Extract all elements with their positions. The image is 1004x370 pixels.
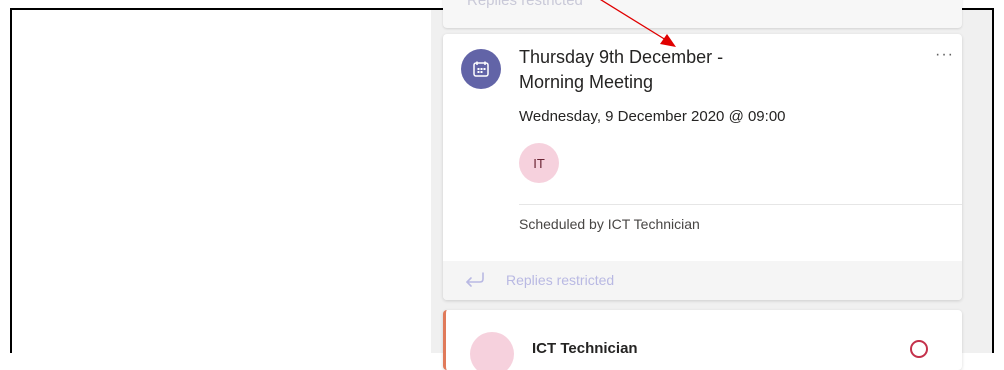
author-name[interactable]: ICT Technician [532,340,638,357]
previous-post-replies: Replies restricted [467,0,583,9]
next-post-card[interactable]: ICT Technician [443,310,962,370]
attendee-avatar[interactable]: IT [519,143,559,183]
author-avatar[interactable] [470,332,514,370]
calendar-icon [473,61,489,77]
previous-post-card: Replies restricted [443,0,962,28]
meeting-post-card[interactable]: Thursday 9th December - Morning Meeting … [443,34,962,300]
divider [519,204,962,205]
reply-icon [466,272,484,287]
scheduled-by-text: Scheduled by ICT Technician [519,216,700,232]
calendar-avatar [461,49,501,89]
alert-icon [910,340,928,358]
meeting-date: Wednesday, 9 December 2020 @ 09:00 [519,108,786,125]
replies-bar: Replies restricted [443,261,962,300]
meeting-title[interactable]: Thursday 9th December - Morning Meeting [519,45,879,95]
replies-restricted-label: Replies restricted [506,272,615,288]
more-options-icon[interactable]: ··· [935,46,954,64]
